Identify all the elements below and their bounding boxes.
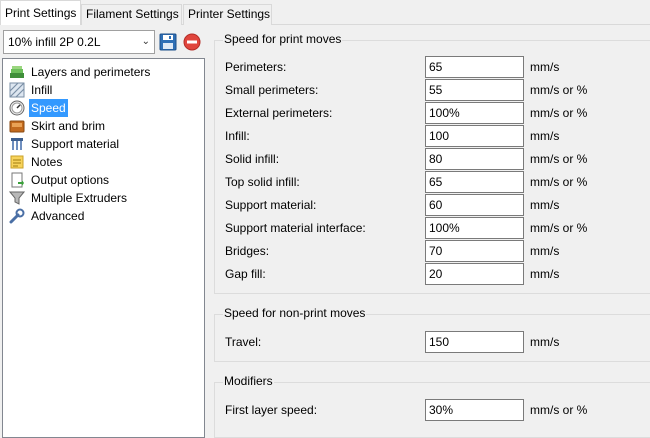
tree-item-label: Support material [31,137,120,151]
setting-row-small-perimeters: Small perimeters: mm/s or % [215,79,650,101]
perimeters-speed-input[interactable] [425,56,524,78]
travel-speed-input[interactable] [425,331,524,353]
support-material-speed-input[interactable] [425,194,524,216]
tree-item-label: Advanced [31,209,85,223]
skirt-icon [9,120,25,133]
setting-row-first-layer-speed: First layer speed: mm/s or % [215,399,650,421]
tree-item-label: Skirt and brim [31,119,106,133]
gap-fill-speed-input[interactable] [425,263,524,285]
chevron-down-icon: ⌄ [141,36,150,47]
setting-row-support-material: Support material: mm/s [215,194,650,216]
setting-row-external-perimeters: External perimeters: mm/s or % [215,102,650,124]
speed-icon [9,100,25,116]
support-interface-speed-input[interactable] [425,217,524,239]
preset-selected-value: 10% infill 2P 0.2L [8,35,101,49]
setting-label: Solid infill: [225,152,280,166]
settings-category-tree[interactable]: Layers and perimeters Infill Speed Skirt… [2,58,205,438]
setting-label: First layer speed: [225,403,318,417]
setting-label: Small perimeters: [225,83,319,97]
tree-item-label: Output options [31,173,110,187]
tree-item-label: Notes [31,155,63,169]
bridges-speed-input[interactable] [425,240,524,262]
notes-icon [10,155,24,169]
setting-unit: mm/s or % [530,403,588,417]
setting-row-top-solid-infill: Top solid infill: mm/s or % [215,171,650,193]
delete-icon [183,33,201,51]
group-modifiers: Modifiers First layer speed: mm/s or % [214,374,650,438]
group-title: Modifiers [223,374,274,388]
setting-label: Perimeters: [225,60,287,74]
infill-icon [9,82,25,98]
setting-label: Top solid infill: [225,175,300,189]
group-speed-non-print-moves: Speed for non-print moves Travel: mm/s [214,306,650,362]
setting-label: External perimeters: [225,106,333,120]
setting-unit: mm/s or % [530,83,588,97]
setting-unit: mm/s [530,244,560,258]
setting-unit: mm/s [530,60,560,74]
setting-unit: mm/s [530,335,560,349]
tree-item-label: Layers and perimeters [31,65,151,79]
floppy-disk-icon [159,33,177,51]
setting-unit: mm/s or % [530,152,588,166]
setting-unit: mm/s or % [530,175,588,189]
setting-row-travel: Travel: mm/s [215,331,650,353]
infill-speed-input[interactable] [425,125,524,147]
top-solid-infill-speed-input[interactable] [425,171,524,193]
group-title: Speed for print moves [223,32,343,46]
external-perimeters-speed-input[interactable] [425,102,524,124]
setting-unit: mm/s or % [530,221,588,235]
setting-row-gap-fill: Gap fill: mm/s [215,263,650,285]
setting-row-support-material-interface: Support material interface: mm/s or % [215,217,650,239]
output-icon [11,172,24,188]
preset-dropdown[interactable]: 10% infill 2P 0.2L ⌄ [3,30,155,54]
setting-label: Support material interface: [225,221,366,235]
first-layer-speed-input[interactable] [425,399,524,421]
tree-item-label: Speed [29,99,68,117]
tab-printer-settings[interactable]: Printer Settings [183,4,272,25]
funnel-icon [9,191,25,205]
setting-unit: mm/s [530,129,560,143]
support-icon [11,138,23,150]
setting-label: Gap fill: [225,267,266,281]
tree-item-label: Infill [31,83,53,97]
setting-unit: mm/s or % [530,106,588,120]
small-perimeters-speed-input[interactable] [425,79,524,101]
tab-filament-settings[interactable]: Filament Settings [81,4,182,25]
wrench-icon [9,208,25,224]
layers-icon [10,66,24,78]
group-title: Speed for non-print moves [223,306,367,320]
group-speed-print-moves: Speed for print moves Perimeters: mm/s S… [214,32,650,294]
setting-row-bridges: Bridges: mm/s [215,240,650,262]
tab-bar: Print Settings Filament Settings Printer… [0,0,650,25]
setting-row-solid-infill: Solid infill: mm/s or % [215,148,650,170]
tab-print-settings[interactable]: Print Settings [0,0,81,25]
setting-label: Support material: [225,198,317,212]
setting-label: Travel: [225,335,262,349]
setting-unit: mm/s [530,267,560,281]
setting-row-infill: Infill: mm/s [215,125,650,147]
solid-infill-speed-input[interactable] [425,148,524,170]
setting-row-perimeters: Perimeters: mm/s [215,56,650,78]
setting-label: Infill: [225,129,250,143]
tree-item-label: Multiple Extruders [31,191,128,205]
setting-unit: mm/s [530,198,560,212]
setting-label: Bridges: [225,244,270,258]
delete-preset-button[interactable] [182,32,202,52]
save-preset-button[interactable] [158,32,178,52]
